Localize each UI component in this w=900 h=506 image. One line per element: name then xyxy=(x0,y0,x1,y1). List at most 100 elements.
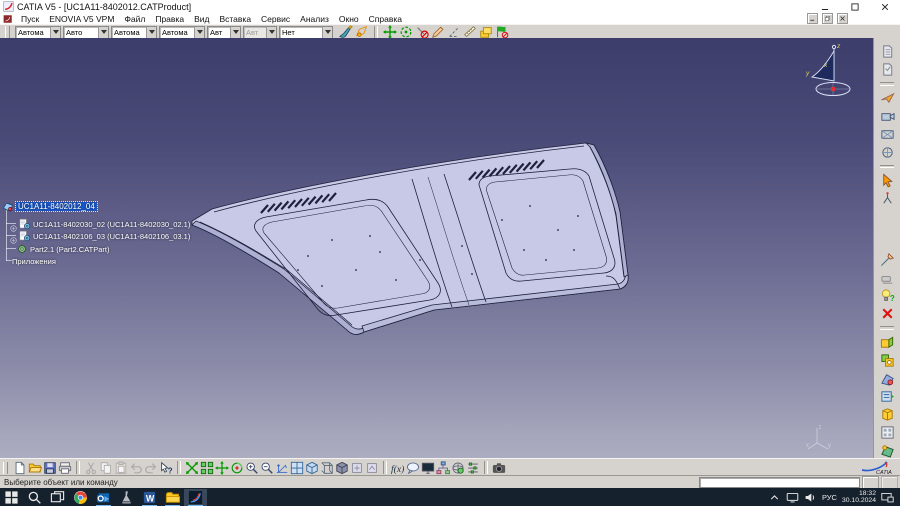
bubble-icon[interactable] xyxy=(406,461,420,475)
statue-icon[interactable] xyxy=(115,489,138,506)
cat-e-icon[interactable] xyxy=(880,407,895,422)
doc-gray-icon[interactable] xyxy=(880,44,895,59)
notification-icon[interactable] xyxy=(881,491,894,504)
cat-b-icon[interactable] xyxy=(880,353,895,368)
search-icon[interactable] xyxy=(23,489,46,506)
snap-off-icon[interactable] xyxy=(415,25,429,39)
pan-icon[interactable] xyxy=(215,461,229,475)
doc-gray2-icon[interactable] xyxy=(880,62,895,77)
opacity-combo[interactable]: Авто xyxy=(63,26,109,39)
subproduct-icon[interactable] xyxy=(19,218,31,230)
rotate-icon[interactable] xyxy=(230,461,244,475)
red-x-icon[interactable] xyxy=(880,306,895,321)
taskbar-clock[interactable]: 18:32 30.10.2024 xyxy=(842,490,876,505)
cat-f-icon[interactable] xyxy=(880,425,895,440)
angle-icon[interactable] xyxy=(447,25,461,39)
globe-icon[interactable] xyxy=(451,461,465,475)
power-input-field[interactable] xyxy=(699,477,860,488)
plane-icon[interactable] xyxy=(880,91,895,106)
menu-insert[interactable]: Вставка xyxy=(214,14,256,24)
camera-icon[interactable] xyxy=(492,461,506,475)
maximize-icon[interactable] xyxy=(850,2,860,12)
minimize-icon[interactable] xyxy=(820,2,830,12)
link-icon[interactable] xyxy=(355,25,369,39)
toolbar-grip[interactable] xyxy=(3,462,8,474)
close-icon[interactable] xyxy=(880,2,890,12)
cam-b-icon[interactable] xyxy=(880,127,895,142)
pencil-line-icon[interactable] xyxy=(880,252,895,267)
help-icon[interactable]: ? xyxy=(159,461,173,475)
language-indicator[interactable]: РУС xyxy=(822,493,837,502)
subproduct-icon[interactable] xyxy=(19,230,31,242)
mini-a-icon[interactable] xyxy=(350,461,364,475)
hood-3d-model[interactable] xyxy=(180,128,660,376)
instance-marker-icon[interactable] xyxy=(9,232,18,241)
menu-start[interactable]: Пуск xyxy=(16,14,44,24)
normal-view-icon[interactable] xyxy=(275,461,289,475)
word-icon[interactable]: W xyxy=(138,489,161,506)
menu-view[interactable]: Вид xyxy=(189,14,214,24)
redo-icon[interactable] xyxy=(144,461,158,475)
pencil-icon[interactable] xyxy=(431,25,445,39)
sketch-icon[interactable] xyxy=(880,191,895,206)
win-icon[interactable] xyxy=(0,489,23,506)
screen-icon[interactable] xyxy=(421,461,435,475)
layer-combo[interactable]: Нет xyxy=(279,26,333,39)
part-icon[interactable] xyxy=(16,243,28,255)
paste-icon[interactable] xyxy=(114,461,128,475)
zoom-in-icon[interactable] xyxy=(245,461,259,475)
cat-c-icon[interactable] xyxy=(880,371,895,386)
menu-window[interactable]: Окно xyxy=(334,14,364,24)
eraser-icon[interactable] xyxy=(880,270,895,285)
taskview-icon[interactable] xyxy=(46,489,69,506)
zoom-out-icon[interactable] xyxy=(260,461,274,475)
catia-task-icon[interactable] xyxy=(184,489,207,506)
flag-icon[interactable] xyxy=(495,25,509,39)
copy-icon[interactable] xyxy=(99,461,113,475)
stack-icon[interactable] xyxy=(479,25,493,39)
folder-icon[interactable] xyxy=(161,489,184,506)
cat-g-icon[interactable] xyxy=(880,443,895,458)
3d-compass[interactable]: z x y xyxy=(800,40,858,102)
fit-all-icon[interactable] xyxy=(200,461,214,475)
move-cross-icon[interactable] xyxy=(383,25,397,39)
menu-help[interactable]: Справка xyxy=(364,14,407,24)
doc-close-icon[interactable] xyxy=(837,13,848,24)
bulb-icon[interactable]: ? xyxy=(880,288,895,303)
tree-applications-node[interactable]: Приложения xyxy=(12,257,56,266)
tree-child-node[interactable]: UC1A11-8402030_02 (UC1A11-8402030_02.1) xyxy=(33,220,190,229)
cat-d-icon[interactable] xyxy=(880,389,895,404)
menu-enovia[interactable]: ENOVIA V5 VPM xyxy=(44,14,119,24)
fill-color-combo[interactable]: Автома xyxy=(15,26,61,39)
menu-tools[interactable]: Сервис xyxy=(256,14,295,24)
cut-icon[interactable] xyxy=(84,461,98,475)
new-doc-icon[interactable] xyxy=(13,461,27,475)
instance-marker-icon[interactable] xyxy=(9,220,18,229)
outlook-icon[interactable] xyxy=(92,489,115,506)
iso-cube-icon[interactable] xyxy=(305,461,319,475)
target-icon[interactable] xyxy=(399,25,413,39)
levels-icon[interactable] xyxy=(466,461,480,475)
open-folder-icon[interactable] xyxy=(28,461,42,475)
undo-icon[interactable] xyxy=(129,461,143,475)
shade-cube-icon[interactable] xyxy=(335,461,349,475)
paintbrush-icon[interactable] xyxy=(339,25,353,39)
measure-icon[interactable] xyxy=(463,25,477,39)
3d-viewport[interactable]: UC1A11-8402012_04 UC1A11-8402030_02 (UC1… xyxy=(0,38,874,458)
line-type-combo[interactable]: Автома xyxy=(159,26,205,39)
mini-b-icon[interactable] xyxy=(365,461,379,475)
toolbar-grip[interactable] xyxy=(5,26,10,38)
menu-edit[interactable]: Правка xyxy=(150,14,189,24)
save-icon[interactable] xyxy=(43,461,57,475)
chrome-icon[interactable] xyxy=(69,489,92,506)
wire-cube-icon[interactable] xyxy=(320,461,334,475)
tree-part-node[interactable]: Part2.1 (Part2.CATPart) xyxy=(30,245,109,254)
tree-root-node[interactable]: UC1A11-8402012_04 xyxy=(16,202,97,211)
menu-analyze[interactable]: Анализ xyxy=(295,14,334,24)
cat-a-icon[interactable] xyxy=(880,335,895,350)
line-weight-combo[interactable]: Авт xyxy=(207,26,241,39)
fly-icon[interactable] xyxy=(185,461,199,475)
cam-a-icon[interactable] xyxy=(880,109,895,124)
orgchart-icon[interactable] xyxy=(436,461,450,475)
speaker-icon[interactable] xyxy=(804,491,817,504)
